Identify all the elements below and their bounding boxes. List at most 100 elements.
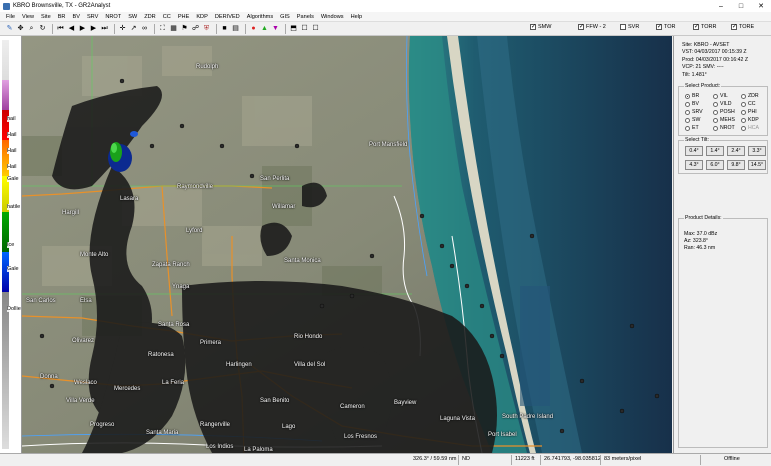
measure-icon[interactable]: ↗: [129, 24, 138, 33]
product-radio-srv[interactable]: SRV: [685, 109, 703, 115]
vcp-time-line: VST: 04/03/2017 00:15:39 Z: [682, 49, 747, 56]
torr-checkbox[interactable]: TORR: [693, 23, 717, 30]
smw-checkbox[interactable]: SMW: [530, 23, 551, 30]
warning-triangle-icon[interactable]: ▲: [260, 24, 269, 33]
product-label: VILD: [720, 101, 732, 107]
menu-gis[interactable]: GIS: [280, 14, 290, 20]
menu-help[interactable]: Help: [351, 14, 363, 20]
menu-site[interactable]: Site: [41, 14, 51, 20]
product-label: MEHS: [720, 117, 735, 123]
product-radio-et[interactable]: ET: [685, 125, 699, 131]
town-label: Progreso: [90, 422, 115, 428]
smw-check[interactable]: [530, 23, 536, 30]
tore-label: TORE: [739, 24, 755, 30]
tilt-button[interactable]: 3.3°: [748, 146, 766, 156]
svr-check[interactable]: [620, 24, 626, 30]
menu-cc[interactable]: CC: [163, 14, 171, 20]
next-frame-icon[interactable]: ▶: [89, 24, 98, 33]
flag-icon[interactable]: ⚑: [180, 24, 189, 33]
select-tilt-title: Select Tilt:: [684, 137, 710, 143]
menu-nrot[interactable]: NROT: [105, 14, 121, 20]
town-label: Port Isabel: [488, 432, 517, 438]
menu-srv[interactable]: SRV: [87, 14, 98, 20]
maximize-icon[interactable]: □: [731, 0, 751, 12]
status-bar: 326.3° / 59.59 nm ND 11223 ft 26.741793,…: [0, 453, 771, 466]
pan-icon[interactable]: ✥: [16, 24, 25, 33]
export-icon[interactable]: ⬒: [289, 24, 298, 33]
tilt-button[interactable]: 1.4°: [706, 146, 724, 156]
tilt-button[interactable]: 2.4°: [727, 146, 745, 156]
first-frame-icon[interactable]: ⏮: [56, 24, 65, 33]
town-label: La Feria: [162, 380, 185, 386]
town-label: San Benito: [260, 398, 290, 404]
grid-icon[interactable]: ▦: [169, 24, 178, 33]
scale-label: Hail: [7, 164, 17, 170]
menu-sw[interactable]: SW: [128, 14, 137, 20]
zoom-icon[interactable]: ⌕: [27, 24, 36, 33]
product-radio-br[interactable]: BR: [685, 93, 699, 99]
range-value: Ran: 46.3 nm: [684, 245, 716, 251]
product-radio-vild[interactable]: VILD: [713, 101, 732, 107]
radar-map[interactable]: Rudolph Raymondville San Perlita Lasara …: [22, 36, 672, 453]
menu-derived[interactable]: DERIVED: [215, 14, 240, 20]
ffw-checkbox[interactable]: FFW - 2: [578, 23, 606, 30]
product-radio-bv[interactable]: BV: [685, 101, 699, 107]
play-icon[interactable]: ▶: [78, 24, 87, 33]
loop-icon[interactable]: ↻: [38, 24, 47, 33]
menu-file[interactable]: File: [6, 14, 15, 20]
tornado-icon[interactable]: ▼: [271, 24, 280, 33]
svr-checkbox[interactable]: SVR: [620, 24, 639, 30]
product-label: VIL: [720, 93, 728, 99]
link-icon[interactable]: ∞: [140, 24, 149, 33]
product-radio-posh[interactable]: POSH: [713, 109, 735, 115]
product-label: BV: [692, 101, 699, 107]
blank-icon[interactable]: ☐: [311, 24, 320, 33]
layers-icon[interactable]: ▤: [231, 24, 240, 33]
menu-panels[interactable]: Panels: [297, 14, 314, 20]
scale-label: Hail: [7, 132, 17, 138]
town-label: Harlingen: [226, 362, 252, 368]
menu-windows[interactable]: Windows: [321, 14, 344, 20]
tor-check[interactable]: [656, 23, 662, 30]
crop-icon[interactable]: ⛶: [158, 24, 167, 33]
scale-label: Ice: [7, 242, 15, 248]
shield-icon[interactable]: ⛨: [202, 24, 211, 33]
warning-red-icon[interactable]: ●: [249, 24, 258, 33]
menu-zdr[interactable]: ZDR: [144, 14, 156, 20]
options-icon[interactable]: ☐: [300, 24, 309, 33]
product-radio-kdp[interactable]: KDP: [741, 117, 759, 123]
torr-check[interactable]: [693, 23, 699, 30]
product-radio-cc[interactable]: CC: [741, 101, 756, 107]
tore-check[interactable]: [731, 23, 737, 30]
tor-checkbox[interactable]: TOR: [656, 23, 676, 30]
menu-br[interactable]: BR: [58, 14, 66, 20]
product-radio-nrot[interactable]: NROT: [713, 125, 735, 131]
minimize-icon[interactable]: –: [711, 0, 731, 12]
ffw-check[interactable]: [578, 23, 584, 30]
menu-view[interactable]: View: [22, 14, 34, 20]
close-icon[interactable]: ✕: [751, 0, 771, 12]
tilt-button[interactable]: 0.4°: [685, 146, 703, 156]
menu-phe[interactable]: PHE: [178, 14, 190, 20]
menu-algorithms[interactable]: Algorithms: [247, 14, 273, 20]
stop-icon[interactable]: ■: [220, 24, 229, 33]
cursor-icon[interactable]: ☍: [191, 24, 200, 33]
tilt-button[interactable]: 14.5°: [748, 160, 766, 170]
tilt-button[interactable]: 4.3°: [685, 160, 703, 170]
open-icon[interactable]: ✎: [5, 24, 14, 33]
tore-checkbox[interactable]: TORE: [731, 23, 755, 30]
menu-kdp[interactable]: KDP: [196, 14, 208, 20]
product-radio-mehs[interactable]: MEHS: [713, 117, 735, 123]
product-radio-zdr[interactable]: ZDR: [741, 93, 759, 99]
torr-label: TORR: [701, 24, 717, 30]
product-radio-phi[interactable]: PHI: [741, 109, 757, 115]
town-label: Olivarez: [72, 338, 95, 344]
menu-bv[interactable]: BV: [72, 14, 79, 20]
tilt-button[interactable]: 9.8°: [727, 160, 745, 170]
tilt-button[interactable]: 6.0°: [706, 160, 724, 170]
product-radio-vil[interactable]: VIL: [713, 93, 728, 99]
crosshair-icon[interactable]: ✛: [118, 24, 127, 33]
product-radio-sw[interactable]: SW: [685, 117, 700, 123]
prev-frame-icon[interactable]: ◀: [67, 24, 76, 33]
last-frame-icon[interactable]: ⏭: [100, 24, 109, 33]
